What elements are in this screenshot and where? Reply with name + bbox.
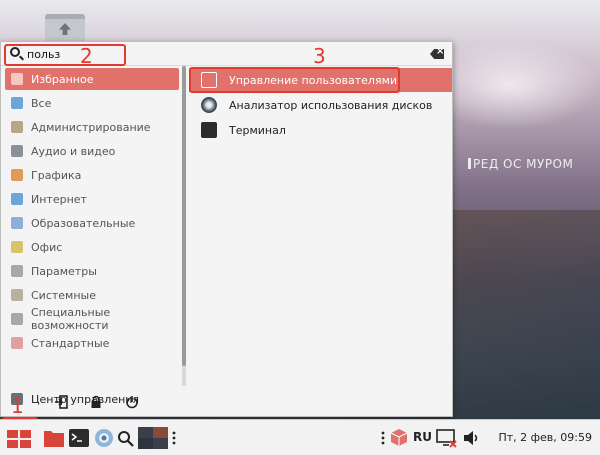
star-icon	[11, 97, 23, 109]
workspace-switcher-icon[interactable]	[138, 427, 168, 449]
category-item[interactable]: Стандартные	[5, 332, 179, 354]
category-label: Параметры	[31, 264, 97, 278]
power-icon[interactable]	[125, 395, 139, 409]
category-item[interactable]: Образовательные	[5, 212, 179, 234]
app-item[interactable]: Анализатор использования дисков	[189, 93, 452, 117]
category-label: Офис	[31, 240, 63, 254]
globe-icon	[11, 193, 23, 205]
annotation-number-1: 1	[11, 394, 24, 418]
browser-icon[interactable]	[93, 427, 115, 449]
settings-icon	[11, 265, 23, 277]
tray-handle-icon[interactable]	[380, 427, 386, 449]
category-item[interactable]: Избранное	[5, 68, 179, 90]
category-label: Все	[31, 96, 52, 110]
category-item[interactable]: Параметры	[5, 260, 179, 282]
volume-icon[interactable]	[462, 427, 482, 449]
terminal-launcher-icon[interactable]	[68, 427, 90, 449]
system-icon	[11, 289, 23, 301]
annotation-box-search	[4, 44, 126, 66]
category-label: Избранное	[31, 72, 94, 86]
watermark-bar-icon	[468, 158, 471, 169]
taskbar: RU Пт, 2 фев, 09:59	[0, 419, 600, 455]
menu-button-icon[interactable]	[5, 427, 33, 449]
annotation-number-2: 2	[80, 44, 93, 68]
accessories-icon	[11, 337, 23, 349]
home-arrow-icon	[59, 23, 71, 35]
category-scrollbar[interactable]	[182, 66, 186, 386]
category-item[interactable]: Все	[5, 92, 179, 114]
clock[interactable]: Пт, 2 фев, 09:59	[498, 431, 592, 444]
network-disconnected-icon[interactable]	[436, 427, 458, 449]
category-label: Стандартные	[31, 336, 110, 350]
clear-search-icon[interactable]	[430, 49, 444, 59]
app-list: Управление пользователями Анализатор испо…	[189, 66, 452, 416]
wallpaper-watermark: РЕД ОС МУРОМ	[468, 157, 573, 171]
file-manager-icon[interactable]	[43, 427, 65, 449]
category-label: Специальные возможности	[31, 306, 111, 332]
category-item[interactable]: Системные	[5, 284, 179, 306]
session-bar	[1, 388, 181, 416]
media-icon	[11, 145, 23, 157]
category-label: Системные	[31, 288, 96, 302]
category-label: Интернет	[31, 192, 87, 206]
brush-icon	[11, 169, 23, 181]
logout-icon[interactable]	[54, 395, 68, 409]
flask-icon	[11, 217, 23, 229]
category-list: Избранное Все Администрирование Аудио и вид…	[1, 66, 181, 410]
office-icon	[11, 241, 23, 253]
application-menu: Избранное Все Администрирование Аудио и вид…	[0, 41, 453, 417]
scrollbar-thumb[interactable]	[182, 66, 186, 366]
search-launcher-icon[interactable]	[117, 427, 135, 449]
annotation-number-3: 3	[313, 44, 326, 68]
category-item[interactable]: Специальные возможности	[5, 306, 179, 332]
category-item[interactable]: Графика	[5, 164, 179, 186]
app-item[interactable]: Терминал	[189, 118, 452, 142]
desktop-folder-icon[interactable]	[45, 14, 85, 44]
category-label: Администрирование	[31, 120, 151, 134]
category-label: Образовательные	[31, 216, 136, 230]
watermark-text: РЕД ОС МУРОМ	[473, 157, 574, 171]
category-item[interactable]: Интернет	[5, 188, 179, 210]
package-updates-icon[interactable]	[389, 427, 409, 449]
annotation-box-app	[189, 67, 400, 93]
heart-icon	[11, 73, 23, 85]
keyboard-layout-indicator[interactable]: RU	[413, 430, 432, 444]
category-item[interactable]: Администрирование	[5, 116, 179, 138]
app-label: Терминал	[229, 123, 286, 137]
category-label: Графика	[31, 168, 82, 182]
app-label: Анализатор использования дисков	[229, 98, 433, 112]
terminal-icon	[201, 122, 217, 138]
tools-icon	[11, 121, 23, 133]
more-apps-icon[interactable]	[171, 427, 177, 449]
category-item[interactable]: Офис	[5, 236, 179, 258]
disk-usage-icon	[201, 97, 217, 113]
category-item[interactable]: Аудио и видео	[5, 140, 179, 162]
category-label: Аудио и видео	[31, 144, 116, 158]
lock-icon[interactable]	[89, 395, 103, 409]
accessibility-icon	[11, 313, 23, 325]
